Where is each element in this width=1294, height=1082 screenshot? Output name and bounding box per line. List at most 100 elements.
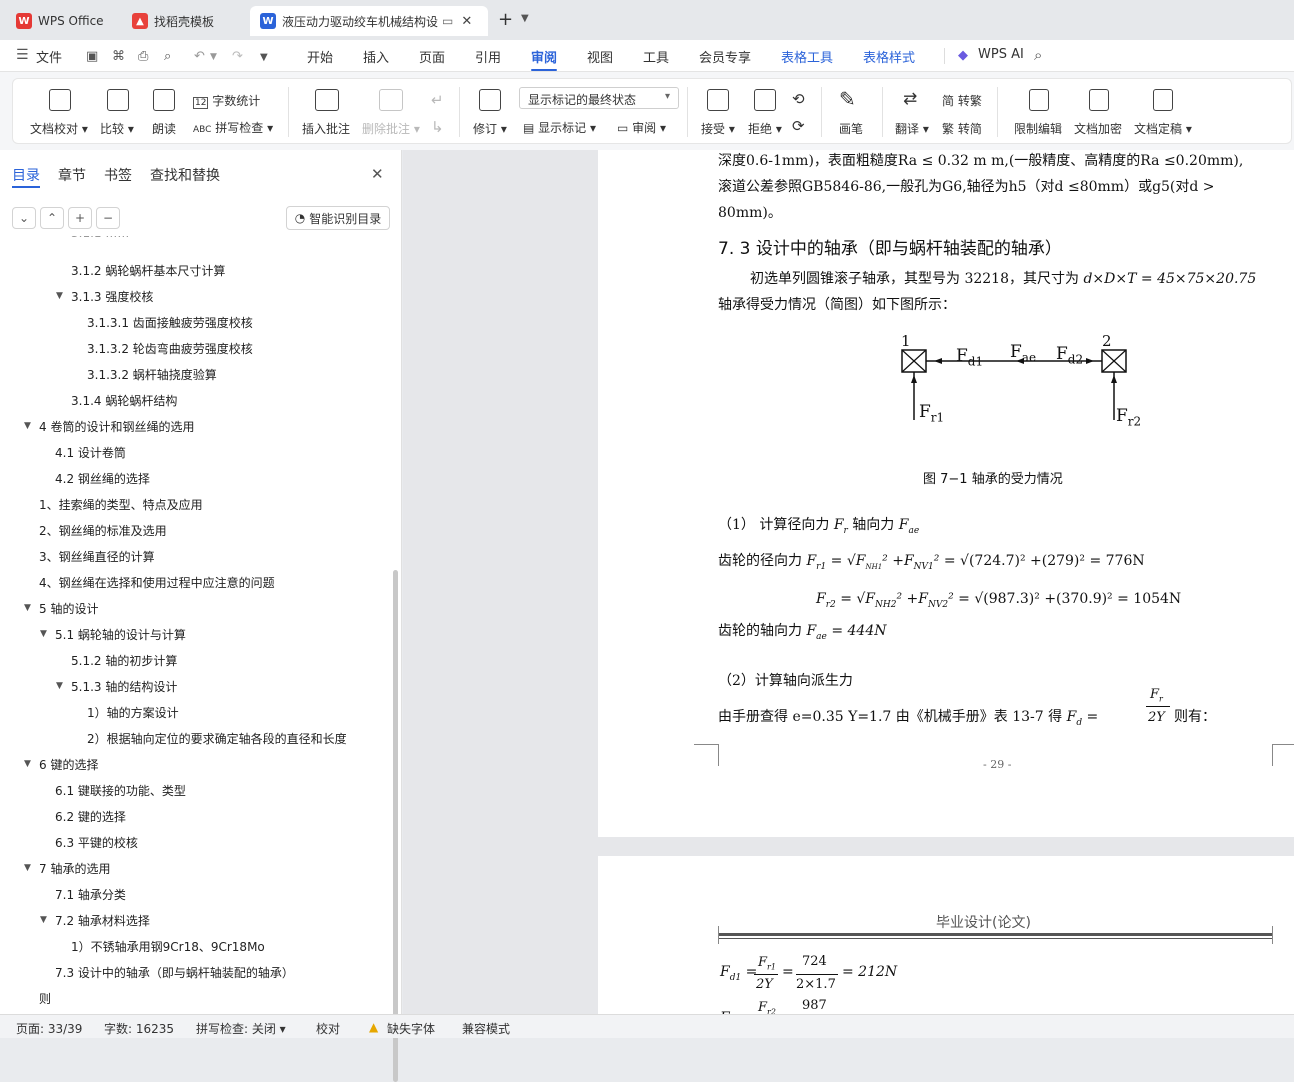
doc-check-button[interactable]: 文档校对 ▾ — [30, 120, 88, 137]
expand-arrow-icon[interactable]: ▼ — [40, 915, 47, 925]
to-traditional-button[interactable]: 简 转繁 — [942, 92, 982, 109]
toc-item[interactable]: 6.1 键联接的功能、类型 — [55, 782, 186, 799]
toc-item[interactable]: 4 卷筒的设计和钢丝绳的选用 — [39, 418, 194, 435]
status-missing-font[interactable]: 缺失字体 — [387, 1020, 435, 1037]
expand-arrow-icon[interactable]: ▼ — [24, 421, 31, 431]
tab-wps-office[interactable]: W WPS Office — [6, 6, 116, 36]
menu-table-tools[interactable]: 表格工具 — [781, 47, 833, 66]
toc-item[interactable]: 5.1.2 轴的初步计算 — [71, 652, 177, 669]
restrict-edit-button[interactable]: 限制编辑 — [1014, 120, 1062, 137]
expand-up-button[interactable]: ⌃ — [40, 207, 64, 229]
tab-list-chevron-icon[interactable]: ▼ — [521, 13, 529, 24]
toc-item-partial[interactable]: 3.1.1 …… — [71, 236, 129, 240]
pen-button[interactable]: 画笔 — [839, 120, 863, 137]
menu-table-style[interactable]: 表格样式 — [863, 47, 915, 66]
toc-item[interactable]: 2）根据轴向定位的要求确定轴各段的直径和长度 — [87, 730, 347, 747]
toc-item[interactable]: 7.2 轴承材料选择 — [55, 912, 150, 929]
smart-toc-button[interactable]: ◔ 智能识别目录 — [286, 206, 390, 230]
next-change-icon[interactable]: ⟳ — [792, 117, 805, 135]
menu-review[interactable]: 审阅 — [531, 47, 557, 66]
toc-item[interactable]: 3.1.4 蜗轮蜗杆结构 — [71, 392, 177, 409]
toc-item[interactable]: 3.1.3 强度校核 — [71, 288, 153, 305]
print-preview-icon[interactable]: ⌕ — [164, 49, 171, 64]
close-panel-icon[interactable]: ✕ — [371, 165, 384, 183]
toc-item[interactable]: 6.2 键的选择 — [55, 808, 126, 825]
toc-item[interactable]: 5 轴的设计 — [39, 600, 98, 617]
add-level-button[interactable]: + — [68, 207, 92, 229]
toc-item[interactable]: 5.1 蜗轮轴的设计与计算 — [55, 626, 186, 643]
collapse-all-button[interactable]: ⌄ — [12, 207, 36, 229]
new-tab-plus-icon[interactable]: + — [498, 9, 513, 30]
menu-file[interactable]: 文件 — [36, 47, 62, 66]
menu-view[interactable]: 视图 — [587, 47, 613, 66]
tab-docer-template[interactable]: ▲ 找稻壳模板 — [122, 6, 244, 36]
menu-page[interactable]: 页面 — [419, 47, 445, 66]
toc-item[interactable]: 7.3 设计中的轴承（即与蜗杆轴装配的轴承） — [55, 964, 294, 981]
toc-item[interactable]: 7 轴承的选用 — [39, 860, 110, 877]
toc-item[interactable]: 6 键的选择 — [39, 756, 98, 773]
menu-wps-ai[interactable]: WPS AI — [978, 47, 1024, 62]
toc-scrollbar[interactable] — [393, 570, 398, 1082]
menu-tools[interactable]: 工具 — [643, 47, 669, 66]
toc-item[interactable]: 3.1.3.1 齿面接触疲劳强度校核 — [87, 314, 253, 331]
menu-reference[interactable]: 引用 — [475, 47, 501, 66]
status-proofread[interactable]: 校对 — [316, 1020, 340, 1037]
doc-finalize-button[interactable]: 文档定稿 ▾ — [1134, 120, 1192, 137]
status-spell-check[interactable]: 拼写检查: 关闭 ▾ — [196, 1020, 286, 1037]
expand-arrow-icon[interactable]: ▼ — [24, 863, 31, 873]
panel-tab-chapter[interactable]: 章节 — [58, 165, 86, 185]
save-icon[interactable]: ▣ — [86, 49, 98, 64]
expand-arrow-icon[interactable]: ▼ — [40, 629, 47, 639]
share-icon[interactable]: ⌘ — [112, 49, 125, 64]
status-compat-mode[interactable]: 兼容模式 — [462, 1020, 510, 1037]
translate-button[interactable]: 翻译 ▾ — [895, 120, 929, 137]
toc-item[interactable]: 4.1 设计卷筒 — [55, 444, 126, 461]
compare-button[interactable]: 比较 ▾ — [100, 120, 134, 137]
markup-state-select[interactable]: 显示标记的最终状态 ▾ — [519, 87, 679, 109]
toc-item[interactable]: 3.1.2 蜗轮蜗杆基本尺寸计算 — [71, 262, 225, 279]
insert-comment-button[interactable]: 插入批注 — [302, 120, 350, 137]
expand-arrow-icon[interactable]: ▼ — [24, 603, 31, 613]
toc-item[interactable]: 4、钢丝绳在选择和使用过程中应注意的问题 — [39, 574, 275, 591]
status-word-count[interactable]: 字数: 16235 — [104, 1020, 174, 1037]
toc-item[interactable]: 3.1.3.2 轮齿弯曲疲劳强度校核 — [87, 340, 253, 357]
undo-dropdown-icon[interactable]: ▼ — [210, 52, 217, 62]
toc-item[interactable]: 1、挂索绳的类型、特点及应用 — [39, 496, 203, 513]
show-markup-button[interactable]: ▤ 显示标记 ▾ — [523, 119, 596, 136]
toc-item[interactable]: 2、钢丝绳的标准及选用 — [39, 522, 167, 539]
delete-comment-button[interactable]: 删除批注 ▾ — [362, 120, 420, 137]
toc-item[interactable]: 3、钢丝绳直径的计算 — [39, 548, 155, 565]
hamburger-icon[interactable]: ☰ — [16, 47, 29, 63]
close-tab-icon[interactable]: ✕ — [461, 14, 472, 29]
toc-item[interactable]: 6.3 平键的校核 — [55, 834, 138, 851]
expand-arrow-icon[interactable]: ▼ — [56, 291, 63, 301]
spell-check-button[interactable]: ABC 拼写检查 ▾ — [193, 119, 273, 136]
redo-icon[interactable]: ↷ — [232, 49, 243, 64]
status-page[interactable]: 页面: 33/39 — [16, 1020, 82, 1037]
accept-button[interactable]: 接受 ▾ — [701, 120, 735, 137]
word-count-button[interactable]: 12 字数统计 — [193, 92, 260, 109]
toc-item[interactable]: 1）不锈轴承用钢9Cr18、9Cr18Mo — [71, 938, 265, 955]
prev-change-icon[interactable]: ⟲ — [792, 90, 805, 108]
review-pane-button[interactable]: ▭ 审阅 ▾ — [617, 119, 666, 136]
expand-arrow-icon[interactable]: ▼ — [24, 759, 31, 769]
expand-arrow-icon[interactable]: ▼ — [56, 681, 63, 691]
print-icon[interactable]: ⎙ — [138, 49, 148, 64]
undo-icon[interactable]: ↶ — [194, 49, 205, 64]
toc-item[interactable]: 1）轴的方案设计 — [87, 704, 179, 721]
panel-tab-find-replace[interactable]: 查找和替换 — [150, 165, 220, 185]
search-icon[interactable]: ⌕ — [1034, 46, 1042, 64]
menu-member[interactable]: 会员专享 — [699, 47, 751, 66]
more-chevron-icon[interactable]: ▼ — [260, 52, 268, 63]
toc-item[interactable]: 3.1.3.2 蜗杆轴挠度验算 — [87, 366, 217, 383]
read-aloud-button[interactable]: 朗读 — [152, 120, 176, 137]
toc-item[interactable]: 5.1.3 轴的结构设计 — [71, 678, 177, 695]
panel-tab-bookmark[interactable]: 书签 — [104, 165, 132, 185]
panel-tab-toc[interactable]: 目录 — [12, 165, 40, 185]
toc-item[interactable]: 则 — [39, 990, 51, 1007]
reject-button[interactable]: 拒绝 ▾ — [748, 120, 782, 137]
to-simplified-button[interactable]: 繁 转简 — [942, 120, 982, 137]
menu-insert[interactable]: 插入 — [363, 47, 389, 66]
prev-comment-icon[interactable]: ↵ — [431, 91, 444, 109]
toc-item[interactable]: 4.2 钢丝绳的选择 — [55, 470, 150, 487]
